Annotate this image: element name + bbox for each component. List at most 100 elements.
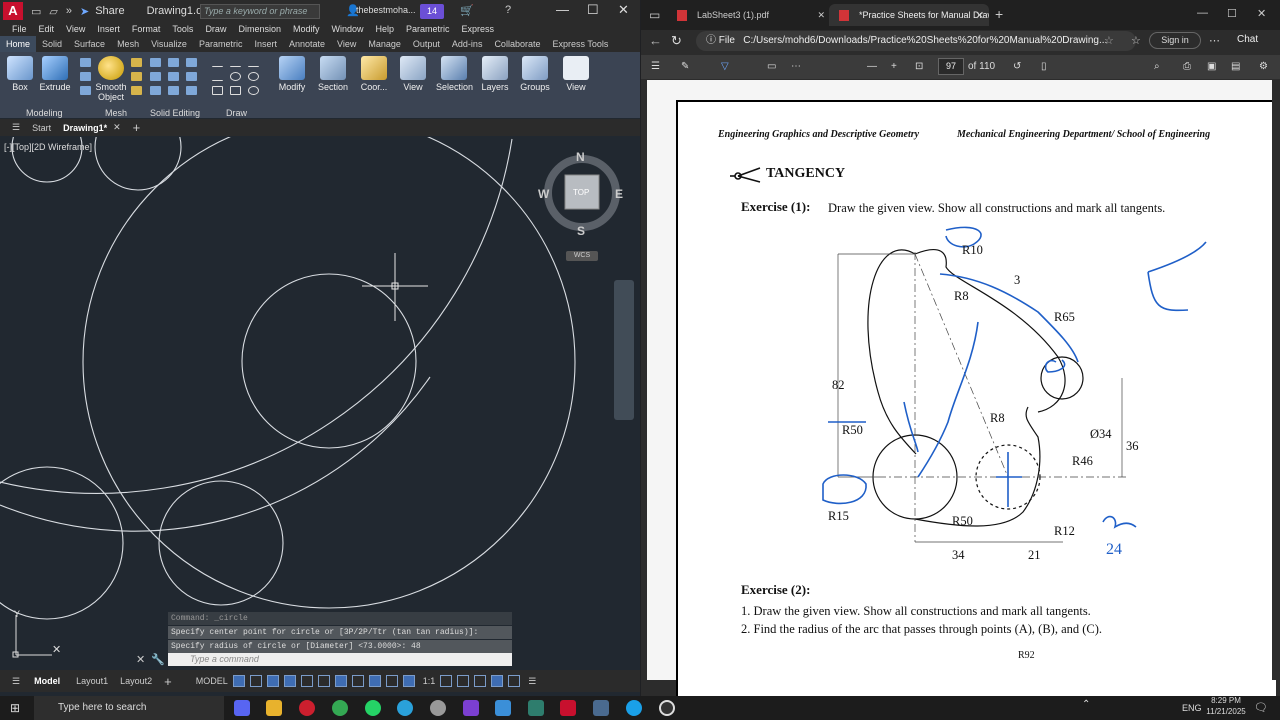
pdf-viewer[interactable]: Engineering Graphics and Descriptive Geo… — [647, 80, 1276, 720]
lineweight-icon[interactable] — [351, 675, 364, 687]
telegram-icon[interactable] — [397, 700, 413, 716]
viewcube-west[interactable]: W — [538, 187, 549, 201]
object-track-icon[interactable] — [317, 675, 330, 687]
menu-tools[interactable]: Tools — [172, 24, 193, 34]
close-command-icon[interactable]: ✕ — [136, 653, 145, 666]
tab-annotate[interactable]: Annotate — [283, 36, 331, 52]
new-tab-icon[interactable]: + — [133, 120, 141, 135]
navigation-bar[interactable] — [614, 280, 634, 420]
draw-icon[interactable]: ✎ — [681, 61, 689, 72]
settings-icon[interactable]: ⚙ — [1259, 61, 1268, 72]
contents-icon[interactable]: ☰ — [651, 61, 660, 72]
panel-modeling[interactable]: Modeling — [26, 108, 63, 118]
sign-in-button[interactable]: Sign in — [1149, 32, 1201, 49]
search-icon[interactable]: ⌕ — [1154, 61, 1160, 72]
model-tab[interactable]: Model — [34, 676, 60, 686]
autocad-logo[interactable]: A — [3, 2, 23, 20]
menu-window[interactable]: Window — [332, 24, 364, 34]
notification-badge[interactable]: 14 — [420, 4, 444, 19]
menu-insert[interactable]: Insert — [97, 24, 120, 34]
osnap-icon[interactable] — [334, 675, 347, 687]
viewcube-face[interactable]: TOP — [573, 188, 589, 197]
whatsapp-icon[interactable] — [365, 700, 381, 716]
cart-icon[interactable]: 🛒 — [460, 4, 474, 17]
more-icon[interactable]: ⋯ — [1209, 34, 1220, 47]
panel-draw[interactable]: Draw — [226, 108, 247, 118]
clock-date[interactable]: 11/21/2025 — [1201, 707, 1251, 716]
start-tab[interactable]: Start — [32, 123, 51, 133]
tab-solid[interactable]: Solid — [36, 36, 68, 52]
user-name[interactable]: thebestmoha... — [356, 5, 416, 15]
autocad-taskbar-icon[interactable] — [560, 700, 576, 716]
close-tab-icon[interactable]: ✕ — [817, 4, 825, 26]
layout1-tab[interactable]: Layout1 — [76, 676, 108, 686]
menu-format[interactable]: Format — [132, 24, 161, 34]
new-tab-icon[interactable]: + — [995, 6, 1003, 22]
transparency-icon[interactable] — [368, 675, 381, 687]
viewport-controls[interactable]: [-][Top][2D Wireframe] — [4, 142, 92, 152]
chrome-icon[interactable] — [332, 700, 348, 716]
tab-visualize[interactable]: Visualize — [145, 36, 193, 52]
isolate-icon[interactable] — [474, 675, 487, 687]
close-icon[interactable]: ✕ — [618, 2, 629, 18]
grid-icon[interactable] — [232, 675, 245, 687]
discord-icon[interactable] — [234, 700, 250, 716]
notification-center-icon[interactable]: 🗨 — [1254, 701, 1268, 714]
ortho-icon[interactable] — [266, 675, 279, 687]
browser-tab[interactable]: LabSheet3 (1).pdf ✕ — [667, 4, 831, 26]
box-button[interactable]: Box — [6, 56, 34, 92]
help-search-input[interactable]: Type a keyword or phrase — [200, 4, 320, 19]
page-number-input[interactable]: 97 — [938, 58, 964, 75]
hardware-accel-icon[interactable] — [491, 675, 504, 687]
language-indicator[interactable]: ENG — [1182, 703, 1202, 713]
customize-status-icon[interactable]: ☰ — [528, 676, 536, 687]
edge-icon[interactable] — [626, 700, 642, 716]
calculator-icon[interactable] — [593, 700, 609, 716]
drawing-tab[interactable]: Drawing1* — [63, 123, 107, 133]
refresh-icon[interactable]: ↻ — [671, 33, 682, 49]
tab-parametric[interactable]: Parametric — [193, 36, 249, 52]
maximize-icon[interactable]: ☐ — [587, 2, 599, 18]
vscode-icon[interactable] — [463, 700, 479, 716]
viewcube-north[interactable]: N — [576, 150, 585, 164]
menu-draw[interactable]: Draw — [205, 24, 226, 34]
tab-addins[interactable]: Add-ins — [446, 36, 489, 52]
more-tools-icon[interactable]: ⋯ — [791, 61, 801, 72]
arc-entity[interactable] — [0, 376, 431, 532]
fit-page-icon[interactable]: ⊡ — [915, 61, 923, 72]
smooth-object-button[interactable]: Smooth Object — [94, 56, 128, 102]
panel-mesh[interactable]: Mesh — [105, 108, 127, 118]
polar-icon[interactable] — [283, 675, 296, 687]
favorites-icon[interactable]: ☆ — [1131, 34, 1141, 47]
layers-button[interactable]: Layers — [479, 56, 511, 92]
back-icon[interactable]: ← — [649, 33, 662, 48]
selection-button[interactable]: Selection — [436, 56, 473, 92]
add-layout-icon[interactable]: + — [164, 674, 172, 689]
menu-parametric[interactable]: Parametric — [406, 24, 450, 34]
page-view-icon[interactable]: ▯ — [1041, 61, 1047, 72]
more-icon[interactable]: » — [66, 5, 72, 17]
coordinates-button[interactable]: Coor... — [357, 56, 391, 92]
open-file-icon[interactable]: ▱ — [49, 5, 57, 18]
model-space-toggle[interactable]: MODEL — [196, 676, 228, 686]
maximize-icon[interactable]: ☐ — [1227, 7, 1237, 20]
new-file-icon[interactable]: ▭ — [31, 5, 41, 18]
modify-button[interactable]: Modify — [276, 56, 308, 92]
windows-start-icon[interactable]: ⊞ — [10, 701, 20, 715]
highlight-icon[interactable]: ▽ — [721, 61, 729, 72]
scale-readout[interactable]: 1:1 — [423, 676, 436, 686]
terminal-icon[interactable] — [528, 700, 544, 716]
close-window-icon[interactable]: ✕ — [1257, 7, 1266, 20]
isodraft-icon[interactable] — [300, 675, 313, 687]
share-button[interactable]: Share — [95, 5, 124, 17]
rotate-icon[interactable]: ↺ — [1013, 61, 1021, 72]
selection-cycling-icon[interactable] — [385, 675, 398, 687]
menu-view[interactable]: View — [66, 24, 85, 34]
teams-icon[interactable] — [495, 700, 511, 716]
menu-dimension[interactable]: Dimension — [238, 24, 281, 34]
tab-output[interactable]: Output — [407, 36, 446, 52]
section-button[interactable]: Section — [316, 56, 350, 92]
star-icon[interactable]: ☆ — [1104, 34, 1114, 47]
plus-icon[interactable] — [457, 675, 470, 687]
share-icon[interactable]: ➤ — [80, 5, 89, 18]
